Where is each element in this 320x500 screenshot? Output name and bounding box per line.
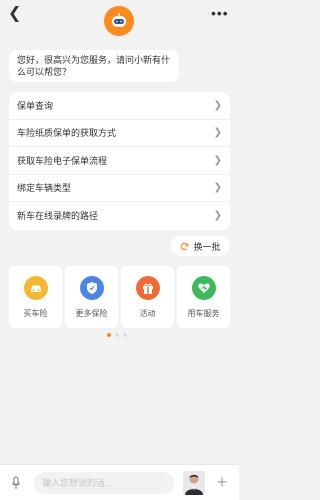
list-item[interactable]: 获取车险电子保单流程 ❯ (9, 147, 230, 175)
refresh-label: 换一批 (193, 241, 221, 252)
list-item-label: 车险纸质保单的获取方式 (17, 128, 117, 139)
list-item-label: 获取车险电子保单流程 (17, 155, 108, 166)
plus-icon[interactable]: + (213, 473, 231, 491)
list-item[interactable]: 保单查询 ❯ (9, 92, 230, 120)
service-tile-more-insurance[interactable]: 更多保险 (65, 266, 118, 328)
gift-icon (135, 275, 160, 300)
robot-icon (112, 13, 126, 27)
list-item-label: 保单查询 (17, 100, 54, 111)
agent-avatar[interactable] (183, 471, 205, 495)
microphone-icon[interactable] (11, 476, 21, 490)
refresh-icon (181, 242, 190, 250)
service-label: 买车险 (23, 308, 48, 318)
car-icon (23, 275, 48, 300)
service-tile-car-services[interactable]: 用车服务 (177, 266, 230, 328)
more-options-icon[interactable]: ••• (211, 6, 229, 20)
back-icon[interactable]: ❮ (8, 6, 22, 22)
chevron-right-icon: ❯ (213, 210, 222, 222)
service-grid: 买车险 更多保险 活动 用车服务 (9, 266, 230, 328)
service-label: 活动 (139, 308, 156, 318)
list-item-label: 新车在线录牌的路径 (17, 211, 99, 222)
list-item[interactable]: 新车在线录牌的路径 ❯ (9, 202, 230, 230)
greeting-bubble: 您好，很高兴为您服务，请问小新有什么可以帮您？ (9, 50, 179, 82)
page-dot (123, 333, 127, 337)
shield-icon (79, 275, 104, 300)
bot-avatar (104, 6, 134, 36)
list-item[interactable]: 绑定车辆类型 ❯ (9, 175, 230, 202)
service-tile-buy-insurance[interactable]: 买车险 (9, 266, 62, 328)
chevron-right-icon: ❯ (213, 127, 222, 139)
service-tile-activities[interactable]: 活动 (121, 266, 174, 328)
refresh-button[interactable]: 换一批 (171, 236, 230, 256)
heart-icon (191, 275, 216, 300)
suggested-questions-list: 保单查询 ❯ 车险纸质保单的获取方式 ❯ 获取车险电子保单流程 ❯ 绑定车辆类型… (9, 92, 230, 230)
greeting-text: 您好，很高兴为您服务，请问小新有什么可以帮您？ (17, 55, 171, 77)
header-bar: ❮ ••• (0, 0, 239, 44)
page-dot (115, 333, 119, 337)
service-label: 用车服务 (187, 308, 220, 318)
message-input[interactable] (34, 472, 174, 494)
page-indicator (107, 333, 127, 337)
list-item-label: 绑定车辆类型 (17, 183, 72, 194)
list-item[interactable]: 车险纸质保单的获取方式 ❯ (9, 120, 230, 147)
chevron-right-icon: ❯ (213, 99, 222, 111)
service-label: 更多保险 (75, 308, 108, 318)
chevron-right-icon: ❯ (213, 182, 222, 194)
page-dot-active (107, 333, 111, 337)
chevron-right-icon: ❯ (213, 154, 222, 166)
input-bar: + (0, 464, 239, 500)
